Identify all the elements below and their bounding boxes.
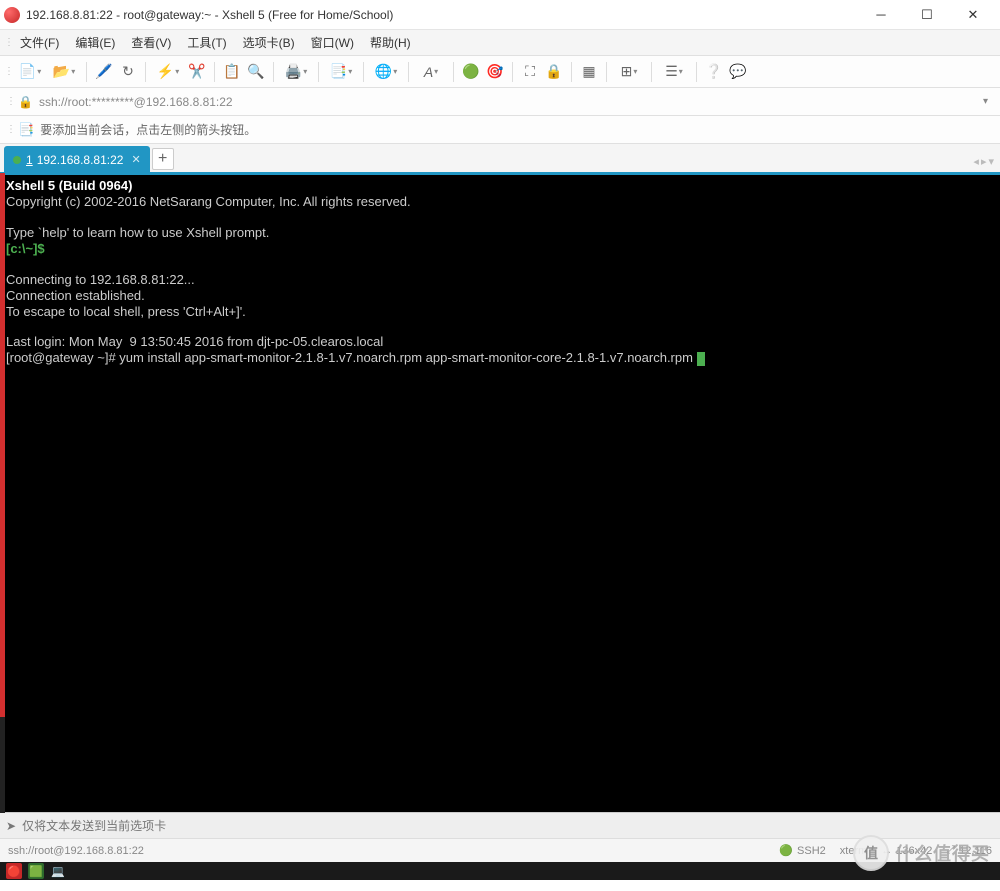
status-bar: ssh://root@192.168.8.81:22 🟢SSH2 xterm ↔…: [0, 838, 1000, 862]
separator: [453, 62, 454, 82]
watermark: 值 什么值得买: [853, 835, 990, 871]
reconnect-button[interactable]: ↻: [117, 60, 139, 84]
send-icon[interactable]: ➤: [6, 819, 16, 833]
close-button[interactable]: ✕: [950, 0, 996, 30]
properties-button[interactable]: 🖊️: [93, 60, 115, 84]
separator: [571, 62, 572, 82]
disconnect-button[interactable]: ✂️: [186, 60, 208, 84]
menu-bar: ⋮ 文件(F) 编辑(E) 查看(V) 工具(T) 选项卡(B) 窗口(W) 帮…: [0, 30, 1000, 56]
log-button[interactable]: 📑▾: [325, 60, 357, 84]
help-button[interactable]: ❔: [703, 60, 725, 84]
watermark-logo: 值: [853, 835, 889, 871]
font-button[interactable]: A▾: [415, 60, 447, 84]
tab-close-icon[interactable]: ✕: [131, 153, 140, 166]
color-scheme-button[interactable]: 🎯: [484, 60, 506, 84]
open-button[interactable]: 📂▾: [48, 60, 80, 84]
separator: [512, 62, 513, 82]
separator: [606, 62, 607, 82]
status-connection: ssh://root@192.168.8.81:22: [8, 845, 765, 857]
maximize-button[interactable]: ☐: [904, 0, 950, 30]
options-button[interactable]: ☰▾: [658, 60, 690, 84]
tab-next-icon[interactable]: ▸: [981, 155, 987, 168]
separator: [145, 62, 146, 82]
terminal-remote-prompt: [root@gateway ~]#: [6, 350, 119, 365]
separator: [363, 62, 364, 82]
compose-bar: ➤: [0, 812, 1000, 838]
taskbar-sliver: 🔴 🟩 💻: [0, 862, 1000, 880]
separator: [86, 62, 87, 82]
separator: [318, 62, 319, 82]
window-title: 192.168.8.81:22 - root@gateway:~ - Xshel…: [26, 8, 858, 22]
terminal[interactable]: Xshell 5 (Build 0964) Copyright (c) 2002…: [0, 175, 1000, 812]
address-input[interactable]: [39, 95, 977, 109]
grip-icon: ⋮: [4, 37, 12, 48]
find-button[interactable]: 🔍: [245, 60, 267, 84]
highlight-button[interactable]: 🟢: [460, 60, 482, 84]
bookmark-icon[interactable]: 📑: [18, 122, 34, 138]
lock-button[interactable]: 🔒: [543, 60, 565, 84]
menu-tools[interactable]: 工具(T): [179, 31, 234, 54]
taskbar-icon[interactable]: 🔴: [6, 863, 22, 879]
tab-nav: ◂ ▸ ▾: [973, 155, 994, 168]
compose-button[interactable]: 💬: [727, 60, 749, 84]
terminal-local-prompt: [c:\~]$: [6, 241, 45, 256]
menu-help[interactable]: 帮助(H): [362, 31, 419, 54]
separator: [696, 62, 697, 82]
left-edge-indicator: [0, 173, 5, 813]
lock-icon: 🔒: [18, 95, 33, 109]
address-bar: ⋮ 🔒 ▾: [0, 88, 1000, 116]
separator: [651, 62, 652, 82]
ssh-icon: 🟢: [779, 844, 793, 857]
quick-command-button[interactable]: ⚡▾: [152, 60, 184, 84]
terminal-line: To escape to local shell, press 'Ctrl+Al…: [6, 304, 246, 319]
grip-icon: ⋮: [6, 124, 14, 135]
separator: [214, 62, 215, 82]
tab-list-icon[interactable]: ▾: [988, 155, 994, 168]
toolbar: ⋮ 📄▾ 📂▾ 🖊️ ↻ ⚡▾ ✂️ 📋 🔍 🖨️▾ 📑▾ 🌐▾ A▾ 🟢 🎯 …: [0, 56, 1000, 88]
print-button[interactable]: 🖨️▾: [280, 60, 312, 84]
tab-strip: 1 192.168.8.81:22 ✕ + ◂ ▸ ▾: [0, 144, 1000, 172]
menu-view[interactable]: 查看(V): [123, 31, 179, 54]
menu-tab[interactable]: 选项卡(B): [235, 31, 303, 54]
tab-index: 1: [26, 153, 33, 167]
separator: [408, 62, 409, 82]
info-text: 要添加当前会话，点击左侧的箭头按钮。: [40, 121, 256, 138]
menu-edit[interactable]: 编辑(E): [67, 31, 123, 54]
watermark-text: 什么值得买: [895, 840, 990, 866]
title-bar: 192.168.8.81:22 - root@gateway:~ - Xshel…: [0, 0, 1000, 30]
terminal-line: Type `help' to learn how to use Xshell p…: [6, 225, 269, 240]
encoding-button[interactable]: 🌐▾: [370, 60, 402, 84]
terminal-command: yum install app-smart-monitor-2.1.8-1.v7…: [119, 350, 696, 365]
copy-button[interactable]: 📋: [221, 60, 243, 84]
app-icon: [4, 7, 20, 23]
address-dropdown-icon[interactable]: ▾: [977, 96, 994, 107]
cursor-icon: [697, 352, 705, 366]
compose-input[interactable]: [22, 819, 994, 833]
minimize-button[interactable]: ─: [858, 0, 904, 30]
grip-icon: ⋮: [6, 96, 14, 107]
status-ssh: 🟢SSH2: [779, 844, 825, 857]
taskbar-icon[interactable]: 💻: [50, 863, 66, 879]
tab-prev-icon[interactable]: ◂: [973, 155, 979, 168]
grip-icon: ⋮: [4, 66, 12, 77]
menu-file[interactable]: 文件(F): [12, 31, 67, 54]
terminal-line: Last login: Mon May 9 13:50:45 2016 from…: [6, 334, 383, 349]
taskbar-icon[interactable]: 🟩: [28, 863, 44, 879]
terminal-line: Connection established.: [6, 288, 145, 303]
new-tab-button[interactable]: +: [152, 148, 174, 170]
menu-window[interactable]: 窗口(W): [303, 31, 362, 54]
layout-button[interactable]: ⊞▾: [613, 60, 645, 84]
new-session-button[interactable]: 📄▾: [14, 60, 46, 84]
fullscreen-button[interactable]: ⛶: [519, 60, 541, 84]
terminal-line: Copyright (c) 2002-2016 NetSarang Comput…: [6, 194, 411, 209]
separator: [273, 62, 274, 82]
status-dot-icon: [13, 156, 21, 164]
tab-label: 192.168.8.81:22: [37, 153, 124, 167]
terminal-line: Xshell 5 (Build 0964): [6, 178, 132, 193]
tile-button[interactable]: ▦: [578, 60, 600, 84]
terminal-line: Connecting to 192.168.8.81:22...: [6, 272, 195, 287]
info-bar: ⋮ 📑 要添加当前会话，点击左侧的箭头按钮。: [0, 116, 1000, 144]
session-tab[interactable]: 1 192.168.8.81:22 ✕: [4, 146, 150, 172]
